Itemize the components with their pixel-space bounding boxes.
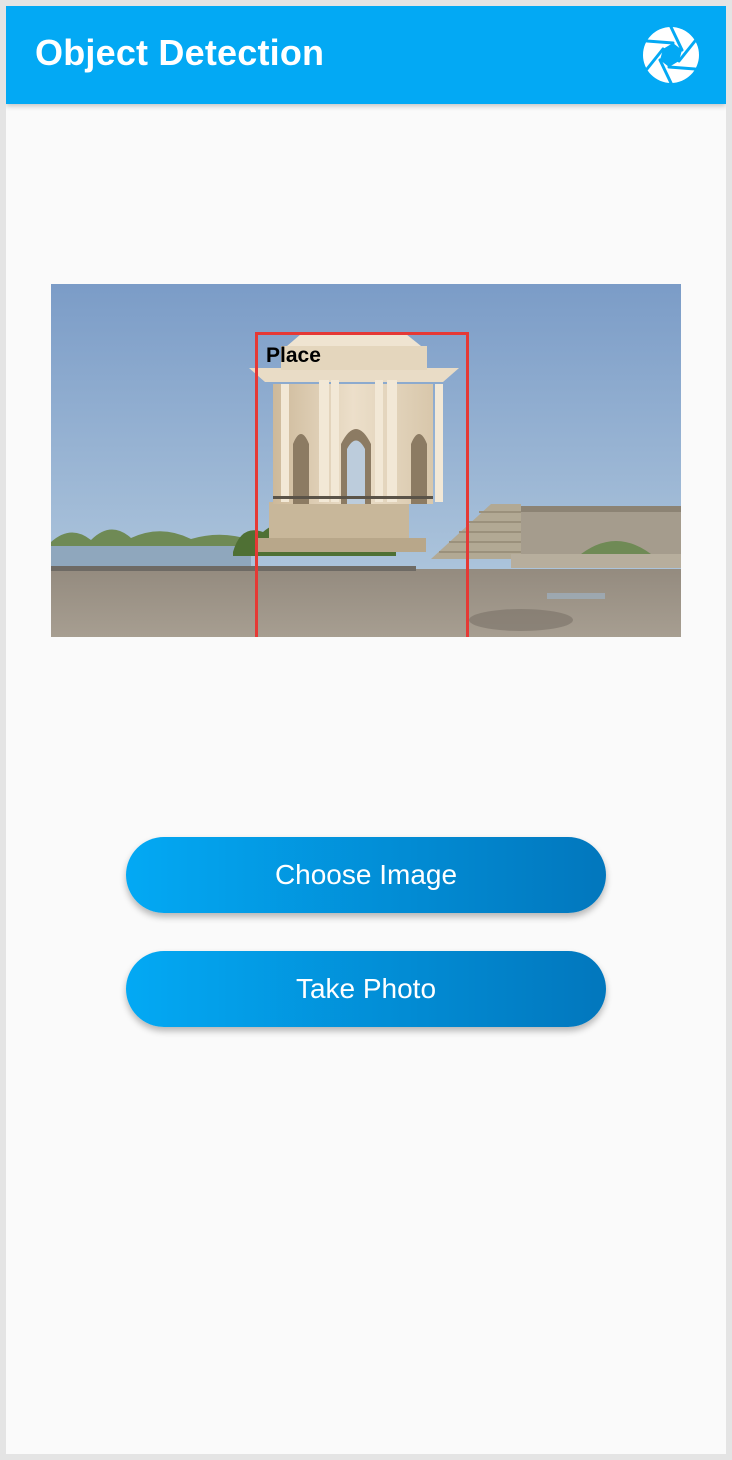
app-bar: Object Detection xyxy=(6,6,726,104)
detection-label: Place xyxy=(266,344,321,367)
detection-bounding-box xyxy=(255,332,469,637)
choose-image-button[interactable]: Choose Image xyxy=(126,837,606,913)
app-screen: Object Detection Place Choose Image Take… xyxy=(6,6,726,1454)
camera-aperture-icon[interactable] xyxy=(642,25,700,85)
take-photo-button[interactable]: Take Photo xyxy=(126,951,606,1027)
detection-result-image: Place xyxy=(51,284,681,637)
app-title: Object Detection xyxy=(35,32,325,73)
